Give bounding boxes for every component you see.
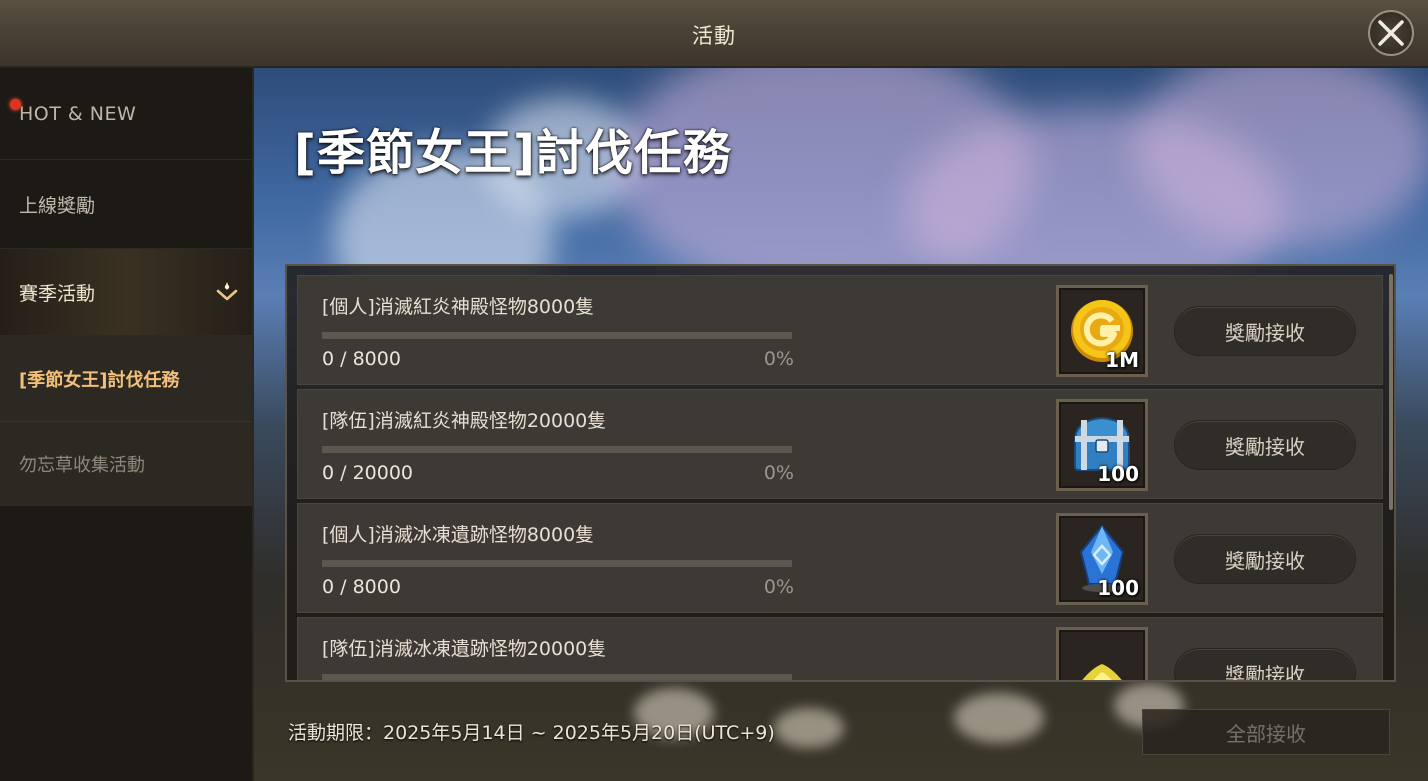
reward-quantity: 100 xyxy=(1097,576,1139,600)
sidebar-item-label: [季節女王]討伐任務 xyxy=(19,369,180,391)
sidebar-item-hot-new[interactable]: HOT & NEW xyxy=(0,68,252,160)
sidebar-item-label: HOT & NEW xyxy=(19,102,137,125)
close-button[interactable] xyxy=(1368,10,1414,56)
task-row: [隊伍]消滅紅炎神殿怪物20000隻 0 / 20000 0% 100 獎勵接收 xyxy=(297,389,1383,499)
task-progress-count: 0 / 8000 xyxy=(322,348,401,370)
reward-quantity: 1M xyxy=(1105,348,1139,372)
sidebar-item-forget-me-not-event[interactable]: 勿忘草收集活動 xyxy=(0,422,252,506)
task-progress-bar xyxy=(322,446,792,453)
window-title: 活動 xyxy=(692,24,736,48)
task-row: [隊伍]消滅冰凍遺跡怪物20000隻 獎勵接收 xyxy=(297,617,1383,680)
task-name: [個人]消滅紅炎神殿怪物8000隻 xyxy=(322,296,595,318)
sidebar-item-label: 賽季活動 xyxy=(19,282,96,305)
task-progress-bar xyxy=(322,560,792,567)
title-bar: 活動 xyxy=(0,0,1428,68)
task-progress-count: 0 / 8000 xyxy=(322,576,401,598)
reward-slot[interactable]: 100 xyxy=(1056,513,1148,605)
claim-reward-button[interactable]: 獎勵接收 xyxy=(1174,306,1356,356)
claim-reward-button[interactable]: 獎勵接收 xyxy=(1174,534,1356,584)
claim-all-button[interactable]: 全部接收 xyxy=(1142,709,1390,755)
sidebar: HOT & NEW 上線獎勵 賽季活動 [季節女王]討伐任務 勿忘草收集活動 xyxy=(0,68,254,781)
task-progress-bar xyxy=(322,332,792,339)
close-icon xyxy=(1378,20,1404,46)
reward-slot[interactable]: 100 xyxy=(1056,399,1148,491)
sidebar-item-label: 勿忘草收集活動 xyxy=(19,455,145,476)
task-name: [個人]消滅冰凍遺跡怪物8000隻 xyxy=(322,524,595,546)
task-progress-percent: 0% xyxy=(763,348,794,370)
task-progress-count: 0 / 20000 xyxy=(322,462,414,484)
task-progress-bar xyxy=(322,674,792,680)
reward-quantity: 100 xyxy=(1097,462,1139,486)
task-row: [個人]消滅紅炎神殿怪物8000隻 0 / 8000 0% 1M 獎勵接收 xyxy=(297,275,1383,385)
event-content: [季節女王]討伐任務 [個人]消滅紅炎神殿怪物8000隻 0 / 8000 0%… xyxy=(254,68,1428,781)
chevron-down-icon xyxy=(216,282,238,301)
event-title: [季節女王]討伐任務 xyxy=(294,125,732,181)
reward-slot[interactable]: 1M xyxy=(1056,285,1148,377)
event-period: 活動期限：2025年5月14日 ~ 2025年5月20日(UTC+9) xyxy=(288,722,775,744)
task-list[interactable]: [個人]消滅紅炎神殿怪物8000隻 0 / 8000 0% 1M 獎勵接收 [隊… xyxy=(285,264,1396,682)
task-name: [隊伍]消滅冰凍遺跡怪物20000隻 xyxy=(322,638,607,660)
task-row: [個人]消滅冰凍遺跡怪物8000隻 0 / 8000 0% 100 獎勵接收 xyxy=(297,503,1383,613)
gold-dust-icon xyxy=(1082,664,1122,680)
claim-reward-button[interactable]: 獎勵接收 xyxy=(1174,420,1356,470)
sidebar-item-login-rewards[interactable]: 上線獎勵 xyxy=(0,160,252,249)
sidebar-item-label: 上線獎勵 xyxy=(19,194,96,217)
scrollbar[interactable] xyxy=(1389,274,1393,510)
notification-dot xyxy=(10,99,21,110)
claim-reward-button[interactable]: 獎勵接收 xyxy=(1174,648,1356,680)
task-name: [隊伍]消滅紅炎神殿怪物20000隻 xyxy=(322,410,607,432)
reward-slot[interactable] xyxy=(1056,627,1148,680)
task-progress-percent: 0% xyxy=(763,576,794,598)
sidebar-item-season-events[interactable]: 賽季活動 xyxy=(0,249,252,336)
task-progress-percent: 0% xyxy=(763,462,794,484)
sidebar-item-season-queen-quest[interactable]: [季節女王]討伐任務 xyxy=(0,336,252,422)
